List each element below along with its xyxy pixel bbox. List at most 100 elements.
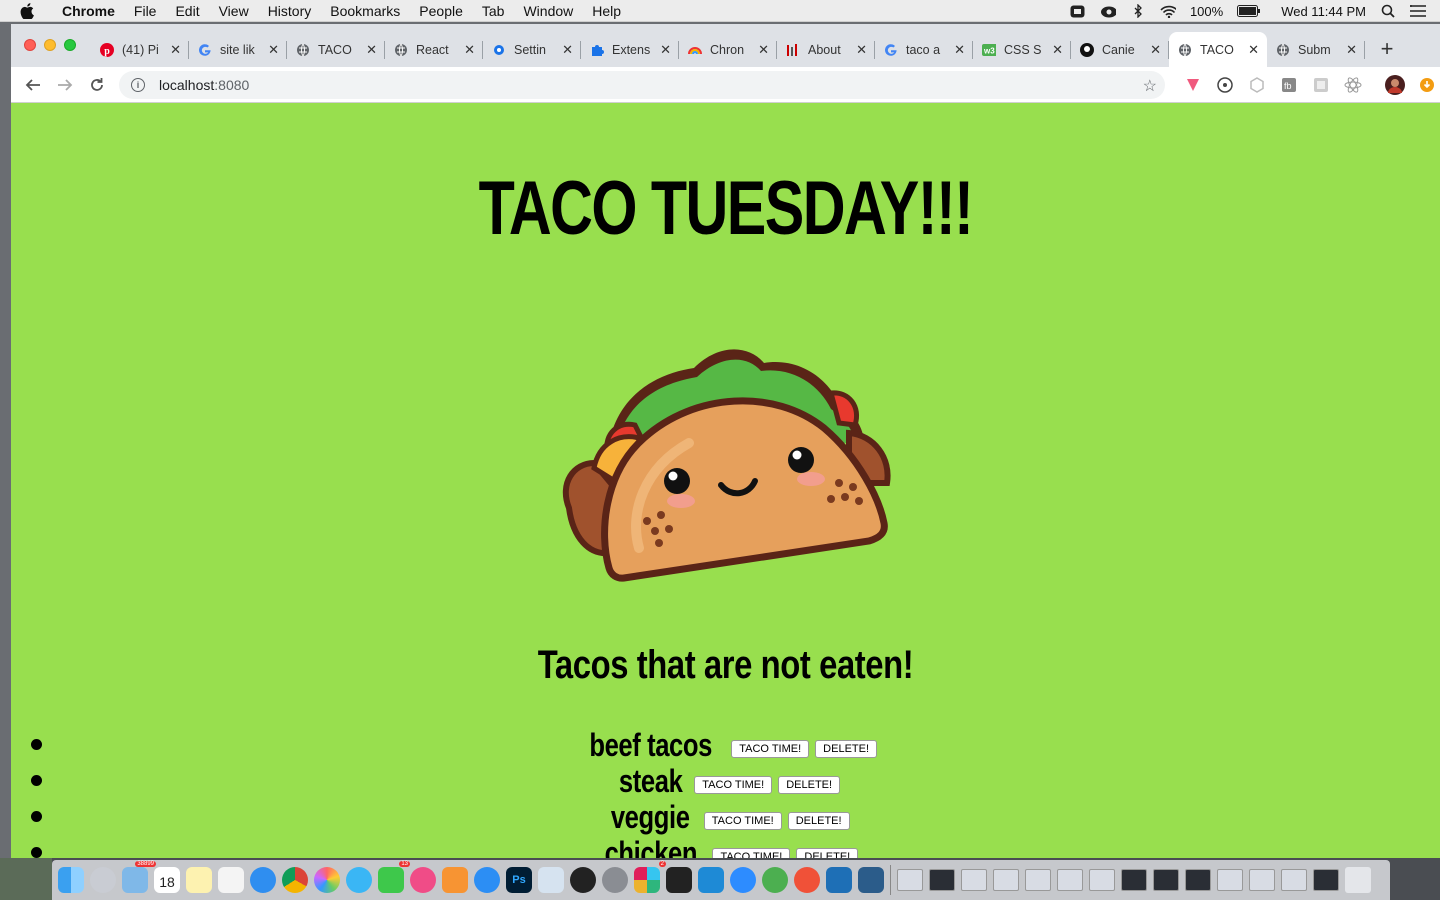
minimized-window[interactable] [897, 869, 923, 891]
terminal-icon[interactable] [666, 867, 692, 893]
extension-icon-hex[interactable] [1247, 75, 1267, 95]
photos-icon[interactable] [314, 867, 340, 893]
spotlight-search-icon[interactable] [1380, 4, 1396, 18]
tab-close-icon[interactable]: ✕ [1248, 42, 1259, 58]
menu-history[interactable]: History [268, 3, 312, 19]
maximize-window-button[interactable] [64, 39, 76, 51]
app-store-icon[interactable] [474, 867, 500, 893]
extension-icon-ring[interactable] [1215, 75, 1235, 95]
vscode-insiders-icon[interactable] [826, 867, 852, 893]
tab-close-icon[interactable]: ✕ [464, 42, 475, 58]
tab[interactable]: About ✕ [777, 32, 875, 67]
minimized-window[interactable] [1121, 869, 1147, 891]
close-window-button[interactable] [24, 39, 36, 51]
menu-bar-clock[interactable]: Wed 11:44 PM [1281, 4, 1366, 19]
vscode-icon[interactable] [698, 867, 724, 893]
tab-active[interactable]: TACO ✕ [1169, 32, 1267, 67]
books-icon[interactable] [442, 867, 468, 893]
tab-close-icon[interactable]: ✕ [660, 42, 671, 58]
tab[interactable]: React ✕ [385, 32, 483, 67]
menu-file[interactable]: File [134, 3, 157, 19]
launchpad-icon[interactable] [90, 867, 116, 893]
site-info-icon[interactable]: i [131, 78, 145, 92]
minimized-window[interactable] [1089, 869, 1115, 891]
minimized-window[interactable] [1153, 869, 1179, 891]
chrome-menu-icon[interactable] [1417, 75, 1437, 95]
delete-button[interactable]: DELETE! [778, 776, 841, 794]
tab-close-icon[interactable]: ✕ [1052, 42, 1063, 58]
menu-tab[interactable]: Tab [482, 3, 505, 19]
battery-icon[interactable] [1237, 4, 1261, 18]
tab-close-icon[interactable]: ✕ [1150, 42, 1161, 58]
finder-icon[interactable] [58, 867, 84, 893]
tab-close-icon[interactable]: ✕ [562, 42, 573, 58]
minimized-window[interactable] [1057, 869, 1083, 891]
minimized-window[interactable] [1185, 869, 1211, 891]
menu-help[interactable]: Help [592, 3, 621, 19]
tab[interactable]: Chron ✕ [679, 32, 777, 67]
menu-edit[interactable]: Edit [175, 3, 199, 19]
tab[interactable]: Caniе ✕ [1071, 32, 1169, 67]
trash-icon[interactable] [1345, 867, 1371, 893]
itunes-icon[interactable] [410, 867, 436, 893]
bluetooth-icon[interactable] [1130, 4, 1146, 18]
messages-icon[interactable] [346, 867, 372, 893]
extension-icon-box[interactable]: fb [1279, 75, 1299, 95]
reminders-icon[interactable] [218, 867, 244, 893]
minimized-window[interactable] [1217, 869, 1243, 891]
system-preferences-icon[interactable] [602, 867, 628, 893]
screen-record-icon[interactable] [1070, 4, 1086, 18]
wifi-icon[interactable] [1160, 4, 1176, 18]
photoshop-icon[interactable]: Ps [506, 867, 532, 893]
notes-icon[interactable] [186, 867, 212, 893]
creative-cloud-icon[interactable] [1100, 4, 1116, 18]
bookmark-star-icon[interactable]: ☆ [1143, 76, 1157, 96]
tab[interactable]: Settin ✕ [483, 32, 581, 67]
sourcetree-icon[interactable] [762, 867, 788, 893]
tab-close-icon[interactable]: ✕ [268, 42, 279, 58]
zoom-icon[interactable] [730, 867, 756, 893]
mysql-workbench-icon[interactable] [858, 867, 884, 893]
tab-close-icon[interactable]: ✕ [366, 42, 377, 58]
tab[interactable]: w3 CSS S ✕ [973, 32, 1071, 67]
menu-window[interactable]: Window [523, 3, 573, 19]
minimize-window-button[interactable] [44, 39, 56, 51]
react-devtools-icon[interactable] [1343, 75, 1363, 95]
taco-time-button[interactable]: TACO TIME! [731, 740, 810, 758]
tab[interactable]: TACO ✕ [287, 32, 385, 67]
taco-time-button[interactable]: TACO TIME! [703, 812, 782, 830]
new-tab-button[interactable]: + [1373, 36, 1401, 61]
apple-icon[interactable] [20, 2, 40, 19]
menu-people[interactable]: People [419, 3, 463, 19]
cast-extension-icon[interactable] [1183, 75, 1203, 95]
extension-icon-grid[interactable] [1311, 75, 1331, 95]
notification-center-icon[interactable] [1410, 4, 1426, 18]
calendar-icon[interactable]: 18 [154, 867, 180, 893]
minimized-window[interactable] [961, 869, 987, 891]
back-button[interactable] [17, 71, 49, 99]
minimized-window[interactable] [1281, 869, 1307, 891]
minimized-window[interactable] [993, 869, 1019, 891]
preview-icon[interactable] [538, 867, 564, 893]
tab-close-icon[interactable]: ✕ [758, 42, 769, 58]
delete-button[interactable]: DELETE! [787, 812, 850, 830]
tab[interactable]: site lik ✕ [189, 32, 287, 67]
address-bar[interactable]: i localhost:8080 ☆ [119, 71, 1165, 99]
tab-close-icon[interactable]: ✕ [1346, 42, 1357, 58]
minimized-window[interactable] [1249, 869, 1275, 891]
github-desktop-icon[interactable] [570, 867, 596, 893]
forward-button[interactable] [49, 71, 81, 99]
tab-close-icon[interactable]: ✕ [170, 42, 181, 58]
minimized-window[interactable] [1313, 869, 1339, 891]
delete-button[interactable]: DELETE! [815, 740, 878, 758]
menu-bookmarks[interactable]: Bookmarks [330, 3, 400, 19]
slack-icon[interactable]: 2 [634, 861, 666, 893]
tab-close-icon[interactable]: ✕ [954, 42, 965, 58]
menu-view[interactable]: View [219, 3, 249, 19]
reload-button[interactable] [81, 71, 113, 99]
tab-close-icon[interactable]: ✕ [856, 42, 867, 58]
minimized-window[interactable] [1025, 869, 1051, 891]
tab[interactable]: Subm ✕ [1267, 32, 1365, 67]
minimized-window[interactable] [929, 869, 955, 891]
tab[interactable]: p (41) Pi ✕ [91, 32, 189, 67]
